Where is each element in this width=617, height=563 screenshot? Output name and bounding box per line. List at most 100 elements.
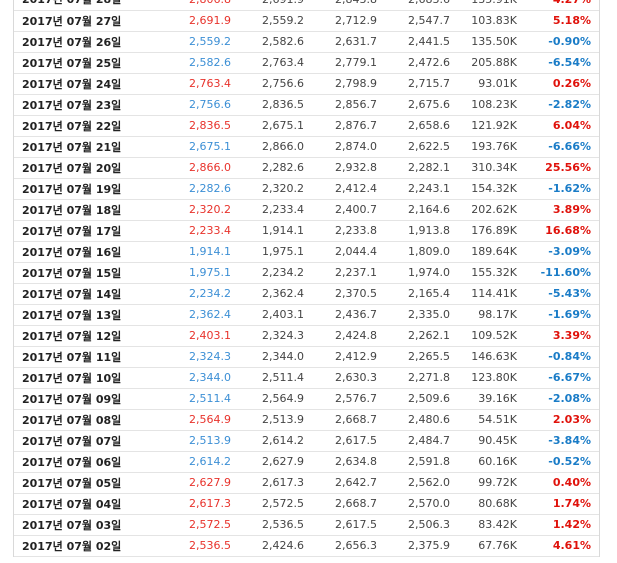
change-cell: 3.39% bbox=[517, 325, 599, 347]
low-cell: 2,243.1 bbox=[377, 178, 450, 200]
date-cell: 2017년 07월 08일 bbox=[14, 409, 139, 431]
open-cell: 2,572.5 bbox=[231, 493, 304, 515]
change-cell: -0.84% bbox=[517, 346, 599, 368]
table-row: 2017년 07월 15일 1,975.1 2,234.2 2,237.1 1,974.… bbox=[14, 262, 599, 284]
low-cell: 2,715.7 bbox=[377, 73, 450, 95]
high-cell: 2,668.7 bbox=[304, 493, 377, 515]
low-cell: 2,509.6 bbox=[377, 388, 450, 410]
open-cell: 2,617.3 bbox=[231, 472, 304, 494]
high-cell: 2,237.1 bbox=[304, 262, 377, 284]
open-cell: 2,559.2 bbox=[231, 10, 304, 32]
volume-cell: 54.51K bbox=[450, 409, 517, 431]
open-cell: 2,403.1 bbox=[231, 304, 304, 326]
table-row: 2017년 07월 11일 2,324.3 2,344.0 2,412.9 2,265.… bbox=[14, 346, 599, 368]
price-cell: 2,564.9 bbox=[139, 409, 231, 431]
low-cell: 2,622.5 bbox=[377, 136, 450, 158]
table-row: 2017년 07월 14일 2,234.2 2,362.4 2,370.5 2,165.… bbox=[14, 283, 599, 305]
high-cell: 2,642.7 bbox=[304, 472, 377, 494]
table-row: 2017년 07월 24일 2,763.4 2,756.6 2,798.9 2,715.… bbox=[14, 73, 599, 95]
volume-cell: 155.32K bbox=[450, 262, 517, 284]
table-row: 2017년 07월 07일 2,513.9 2,614.2 2,617.5 2,484.… bbox=[14, 430, 599, 452]
low-cell: 2,506.3 bbox=[377, 514, 450, 536]
change-cell: -2.82% bbox=[517, 94, 599, 116]
low-cell: 2,265.5 bbox=[377, 346, 450, 368]
date-cell: 2017년 07월 16일 bbox=[14, 241, 139, 263]
price-cell: 2,513.9 bbox=[139, 430, 231, 452]
high-cell: 2,843.8 bbox=[304, 0, 377, 11]
volume-cell: 99.72K bbox=[450, 472, 517, 494]
date-cell: 2017년 07월 23일 bbox=[14, 94, 139, 116]
high-cell: 2,874.0 bbox=[304, 136, 377, 158]
date-cell: 2017년 07월 24일 bbox=[14, 73, 139, 95]
price-cell: 2,627.9 bbox=[139, 472, 231, 494]
date-cell: 2017년 07월 25일 bbox=[14, 52, 139, 74]
price-cell: 2,836.5 bbox=[139, 115, 231, 137]
change-cell: 16.68% bbox=[517, 220, 599, 242]
price-cell: 2,324.3 bbox=[139, 346, 231, 368]
date-cell: 2017년 07월 13일 bbox=[14, 304, 139, 326]
low-cell: 2,480.6 bbox=[377, 409, 450, 431]
high-cell: 2,436.7 bbox=[304, 304, 377, 326]
price-cell: 1,914.1 bbox=[139, 241, 231, 263]
high-cell: 2,576.7 bbox=[304, 388, 377, 410]
volume-cell: 189.64K bbox=[450, 241, 517, 263]
table-row: 2017년 07월 02일 2,536.5 2,424.6 2,656.3 2,375.… bbox=[14, 535, 599, 557]
open-cell: 2,691.9 bbox=[231, 0, 304, 11]
date-cell: 2017년 07월 27일 bbox=[14, 10, 139, 32]
date-cell: 2017년 07월 10일 bbox=[14, 367, 139, 389]
high-cell: 2,712.9 bbox=[304, 10, 377, 32]
date-cell: 2017년 07월 15일 bbox=[14, 262, 139, 284]
price-cell: 2,617.3 bbox=[139, 493, 231, 515]
volume-cell: 193.76K bbox=[450, 136, 517, 158]
date-cell: 2017년 07월 17일 bbox=[14, 220, 139, 242]
price-history-table: 2017년 07월 28일2,806.82,691.92,843.82,683.… bbox=[14, 0, 599, 557]
change-cell: -6.66% bbox=[517, 136, 599, 158]
open-cell: 2,564.9 bbox=[231, 388, 304, 410]
open-cell: 2,675.1 bbox=[231, 115, 304, 137]
price-cell: 2,320.2 bbox=[139, 199, 231, 221]
volume-cell: 146.63K bbox=[450, 346, 517, 368]
change-cell: 3.89% bbox=[517, 199, 599, 221]
change-cell: -5.43% bbox=[517, 283, 599, 305]
volume-cell: 83.42K bbox=[450, 514, 517, 536]
low-cell: 2,683.6 bbox=[377, 0, 450, 11]
volume-cell: 114.41K bbox=[450, 283, 517, 305]
table-row: 2017년 07월 13일 2,362.4 2,403.1 2,436.7 2,335.… bbox=[14, 304, 599, 326]
high-cell: 2,656.3 bbox=[304, 535, 377, 557]
price-cell: 2,362.4 bbox=[139, 304, 231, 326]
open-cell: 1,975.1 bbox=[231, 241, 304, 263]
table-row: 2017년 07월 26일 2,559.2 2,582.6 2,631.7 2,441.… bbox=[14, 31, 599, 53]
table-row: 2017년 07월 28일2,806.82,691.92,843.82,683.… bbox=[14, 0, 599, 11]
low-cell: 2,335.0 bbox=[377, 304, 450, 326]
volume-cell: 176.89K bbox=[450, 220, 517, 242]
date-cell: 2017년 07월 04일 bbox=[14, 493, 139, 515]
volume-cell: 154.32K bbox=[450, 178, 517, 200]
high-cell: 2,876.7 bbox=[304, 115, 377, 137]
open-cell: 2,614.2 bbox=[231, 430, 304, 452]
high-cell: 2,798.9 bbox=[304, 73, 377, 95]
table-row: 2017년 07월 23일 2,756.6 2,836.5 2,856.7 2,675.… bbox=[14, 94, 599, 116]
volume-cell: 67.76K bbox=[450, 535, 517, 557]
date-cell: 2017년 07월 05일 bbox=[14, 472, 139, 494]
open-cell: 2,344.0 bbox=[231, 346, 304, 368]
date-cell: 2017년 07월 26일 bbox=[14, 31, 139, 53]
date-cell: 2017년 07월 07일 bbox=[14, 430, 139, 452]
price-cell: 2,866.0 bbox=[139, 157, 231, 179]
change-cell: -3.09% bbox=[517, 241, 599, 263]
table-row: 2017년 07월 17일 2,233.4 1,914.1 2,233.8 1,913.… bbox=[14, 220, 599, 242]
table-row: 2017년 07월 27일 2,691.9 2,559.2 2,712.9 2,547.… bbox=[14, 10, 599, 32]
date-cell: 2017년 07월 09일 bbox=[14, 388, 139, 410]
table-row: 2017년 07월 05일 2,627.9 2,617.3 2,642.7 2,562.… bbox=[14, 472, 599, 494]
volume-cell: 98.17K bbox=[450, 304, 517, 326]
open-cell: 2,763.4 bbox=[231, 52, 304, 74]
open-cell: 2,627.9 bbox=[231, 451, 304, 473]
change-cell: 1.74% bbox=[517, 493, 599, 515]
volume-cell: 103.83K bbox=[450, 10, 517, 32]
table-row: 2017년 07월 21일 2,675.1 2,866.0 2,874.0 2,622.… bbox=[14, 136, 599, 158]
low-cell: 2,675.6 bbox=[377, 94, 450, 116]
date-cell: 2017년 07월 20일 bbox=[14, 157, 139, 179]
open-cell: 2,233.4 bbox=[231, 199, 304, 221]
change-cell: -1.62% bbox=[517, 178, 599, 200]
table-row: 2017년 07월 12일 2,403.1 2,324.3 2,424.8 2,262.… bbox=[14, 325, 599, 347]
low-cell: 2,165.4 bbox=[377, 283, 450, 305]
